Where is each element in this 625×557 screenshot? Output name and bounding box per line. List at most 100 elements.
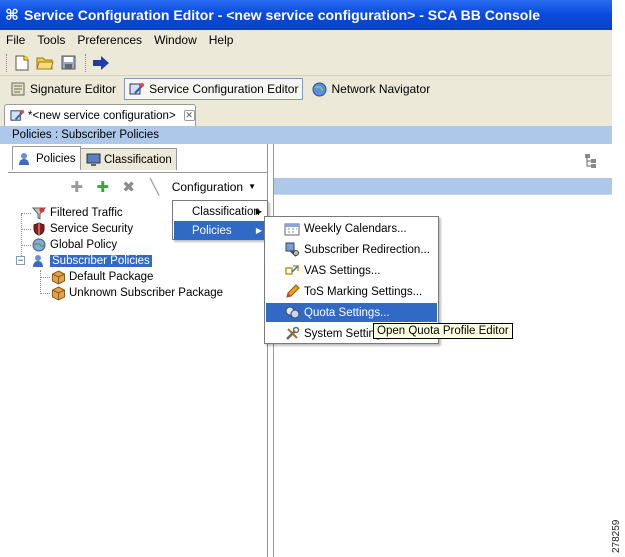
chevron-down-icon: ▼ [248, 182, 256, 191]
tab-classification[interactable]: Classification [80, 148, 177, 170]
perspective-bar: Signature Editor Service Configuration E… [0, 76, 612, 102]
tree-collapse-toggle[interactable]: − [16, 256, 25, 265]
menu-item-quota-settings[interactable]: Quota Settings... [266, 303, 437, 322]
menu-item-label: VAS Settings... [304, 264, 381, 277]
tree-item-default-package[interactable]: Default Package [50, 269, 153, 285]
editor-tab[interactable]: *<new service configuration> ✕ [4, 104, 196, 126]
new-file-icon[interactable] [12, 53, 32, 73]
tab-label: Policies [36, 152, 76, 165]
toolbar-grip [6, 53, 8, 72]
signature-editor-icon [10, 81, 26, 97]
tree-item-filtered-traffic[interactable]: Filtered Traffic [31, 205, 123, 221]
menu-item-weekly-calendars[interactable]: Weekly Calendars... [266, 219, 437, 238]
tab-policies[interactable]: Policies [12, 146, 81, 170]
tree-item-label: Global Policy [50, 239, 118, 251]
tree-item-label: Filtered Traffic [50, 207, 123, 219]
breadcrumb-text: Policies : Subscriber Policies [12, 129, 160, 141]
menu-help[interactable]: Help [203, 33, 240, 47]
main-toolbar [0, 50, 612, 76]
edit-icon[interactable]: ╲ [145, 177, 165, 197]
menu-item-label: Quota Settings... [304, 306, 390, 319]
calendar-icon [284, 221, 300, 237]
left-panel-tabs: Policies Classification [8, 146, 268, 170]
perspective-label: Network Navigator [331, 82, 431, 96]
window-title: Service Configuration Editor - <new serv… [24, 7, 541, 23]
tree-item-global-policy[interactable]: Global Policy [31, 237, 117, 253]
perspective-label: Service Configuration Editor [149, 82, 299, 96]
open-folder-icon[interactable] [35, 53, 55, 73]
globe-icon [311, 81, 327, 97]
shield-icon [31, 221, 47, 237]
subscriber-icon [31, 253, 47, 269]
tree-item-unknown-subscriber-package[interactable]: Unknown Subscriber Package [50, 285, 223, 301]
app-icon: ⌘ [5, 7, 19, 24]
tab-label: Classification [104, 153, 172, 166]
menu-bar: File Tools Preferences Window Help [0, 30, 612, 50]
title-bar: ⌘ Service Configuration Editor - <new se… [0, 0, 612, 30]
close-icon[interactable]: ✕ [183, 110, 195, 121]
tree-line [21, 213, 31, 214]
menu-item-tos-marking-settings[interactable]: ToS Marking Settings... [266, 282, 437, 301]
filtered-traffic-icon [31, 205, 47, 221]
pencil-icon [284, 284, 300, 300]
tooltip-text: Open Quota Profile Editor [377, 325, 509, 337]
menu-window[interactable]: Window [148, 33, 203, 47]
tree-line [21, 229, 31, 230]
tree-item-service-security[interactable]: Service Security [31, 221, 133, 237]
configuration-dropdown-button[interactable]: Configuration ▼ [168, 180, 260, 194]
menu-file[interactable]: File [0, 33, 31, 47]
menu-item-label: ToS Marking Settings... [304, 285, 423, 298]
menu-item-label: Policies [192, 224, 232, 237]
menu-item-classification[interactable]: Classification ▶ [174, 202, 266, 221]
tree-line [40, 270, 41, 294]
tree-item-label: Unknown Subscriber Package [69, 287, 224, 299]
tree-item-label: Service Security [50, 223, 134, 235]
menu-item-label: Weekly Calendars... [304, 222, 407, 235]
tree-item-label: Subscriber Policies [50, 255, 152, 267]
add-icon[interactable]: ✚ [93, 177, 113, 197]
perspective-label: Signature Editor [30, 82, 117, 96]
tree-line [40, 277, 50, 278]
duplicate-icon[interactable]: ✚ [67, 177, 87, 197]
toolbar-separator [85, 53, 87, 72]
menu-item-policies[interactable]: Policies ▶ [174, 221, 266, 240]
package-icon [50, 269, 66, 285]
service-config-icon [9, 108, 25, 124]
service-config-icon [129, 81, 145, 97]
configuration-label: Configuration [171, 179, 244, 194]
perspective-signature-editor[interactable]: Signature Editor [6, 78, 120, 100]
tree-line [40, 293, 50, 294]
breadcrumb: Policies : Subscriber Policies [0, 126, 612, 144]
menu-item-vas-settings[interactable]: VAS Settings... [266, 261, 437, 280]
delete-icon[interactable]: ✖ [119, 177, 139, 197]
tree-item-subscriber-policies[interactable]: Subscriber Policies [31, 253, 152, 269]
menu-preferences[interactable]: Preferences [71, 33, 148, 47]
quota-icon [284, 305, 300, 321]
tooltip: Open Quota Profile Editor [373, 323, 513, 339]
tree-item-label: Default Package [69, 271, 154, 283]
configuration-menu: Classification ▶ Policies ▶ [172, 200, 268, 240]
hierarchy-layout-icon[interactable] [583, 153, 599, 169]
submenu-arrow-icon: ▶ [255, 207, 262, 216]
editor-tab-label: *<new service configuration> [28, 109, 176, 122]
menu-item-label: Classification [192, 205, 260, 218]
right-panel-header-band [274, 178, 612, 194]
subscriber-icon [17, 151, 33, 167]
tools-icon [284, 326, 300, 342]
menu-item-label: Subscriber Redirection... [304, 243, 430, 256]
window-edge [612, 0, 625, 557]
redirect-icon [284, 242, 300, 258]
submenu-arrow-icon: ▶ [255, 226, 262, 235]
save-icon[interactable] [58, 53, 78, 73]
perspective-network-navigator[interactable]: Network Navigator [307, 78, 434, 100]
forward-arrow-icon[interactable] [91, 53, 111, 73]
perspective-service-configuration-editor[interactable]: Service Configuration Editor [124, 78, 304, 100]
figure-id-text: 278259 [611, 519, 622, 553]
figure-id: 278259 [609, 515, 625, 555]
package-icon [50, 285, 66, 301]
menu-item-subscriber-redirection[interactable]: Subscriber Redirection... [266, 240, 437, 259]
monitor-icon [85, 152, 101, 168]
menu-tools[interactable]: Tools [31, 33, 71, 47]
vas-icon [284, 263, 300, 279]
left-toolbar: ✚ ✚ ✖ ╲ Configuration ▼ [8, 172, 268, 200]
